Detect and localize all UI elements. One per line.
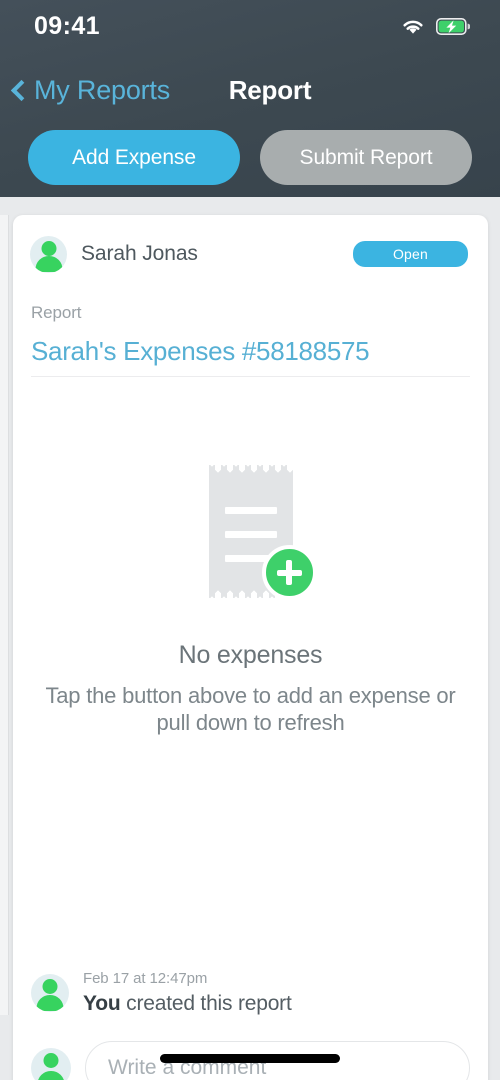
app-header: 09:41 My Reports Report Add Expense Subm… (0, 0, 500, 197)
battery-charging-icon (436, 17, 470, 35)
add-plus-icon (261, 545, 317, 600)
status-badge[interactable]: Open (353, 241, 468, 267)
status-bar-indicators (400, 17, 470, 36)
activity-actor: You (83, 992, 121, 1015)
report-title-link[interactable]: Sarah's Expenses #58188575 (31, 336, 470, 367)
empty-state-subtitle: Tap the button above to add an expense o… (45, 683, 456, 735)
report-card: Sarah Jonas Open Report Sarah's Expenses… (13, 215, 488, 1080)
submit-report-button[interactable]: Submit Report (260, 130, 472, 185)
receipt-add-icon (208, 465, 317, 600)
person-avatar-icon (31, 1048, 71, 1080)
activity-row: Feb 17 at 12:47pm You created this repor… (13, 970, 488, 1016)
section-divider (31, 376, 470, 377)
home-indicator (160, 1054, 340, 1063)
empty-state-title: No expenses (178, 641, 323, 669)
navigation-bar: My Reports Report (0, 62, 500, 118)
add-expense-button[interactable]: Add Expense (28, 130, 240, 185)
card-stack-edge (0, 215, 9, 1015)
action-button-row: Add Expense Submit Report (0, 130, 500, 188)
activity-timestamp: Feb 17 at 12:47pm (83, 970, 208, 987)
activity-text: Feb 17 at 12:47pm You created this repor… (83, 970, 292, 1016)
activity-message-text: created this report (120, 992, 292, 1015)
report-card-header: Sarah Jonas Open (13, 215, 488, 293)
status-bar: 09:41 (0, 0, 500, 52)
person-avatar-icon (30, 235, 67, 273)
report-kicker-label: Report (31, 303, 82, 322)
report-screen: 09:41 My Reports Report Add Expense Subm… (0, 0, 500, 1080)
status-bar-time: 09:41 (34, 11, 100, 40)
wifi-icon (403, 20, 423, 34)
activity-message: You created this report (83, 992, 292, 1016)
person-avatar-icon (31, 974, 69, 1012)
report-owner-name: Sarah Jonas (81, 242, 198, 265)
empty-state: No expenses Tap the button above to add … (13, 465, 488, 737)
page-body: Sarah Jonas Open Report Sarah's Expenses… (0, 197, 500, 1080)
page-title: Report (228, 75, 312, 105)
report-title-block: Report Sarah's Expenses #58188575 (13, 303, 488, 367)
